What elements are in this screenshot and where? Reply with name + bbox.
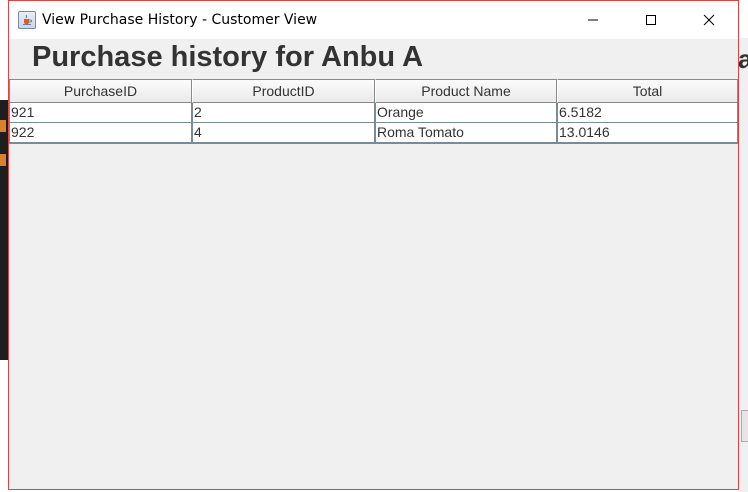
- java-cup-icon[interactable]: [18, 11, 36, 29]
- cell-product-name[interactable]: Roma Tomato: [375, 123, 557, 143]
- table-row[interactable]: 922 4 Roma Tomato 13.0146: [9, 123, 738, 143]
- table-row[interactable]: 921 2 Orange 6.5182: [9, 103, 738, 123]
- background-button-edge[interactable]: [741, 410, 748, 442]
- window-controls: [564, 1, 738, 39]
- column-header-product-name[interactable]: Product Name: [375, 79, 557, 103]
- background-left-marker: [0, 120, 6, 132]
- window-title: View Purchase History - Customer View: [42, 12, 318, 28]
- purchase-history-window: View Purchase History - Customer View Pu…: [8, 0, 739, 490]
- page-title: Purchase history for Anbu A: [32, 41, 424, 73]
- background-left-panel: [0, 100, 8, 360]
- close-icon: [703, 14, 715, 26]
- maximize-button[interactable]: [622, 1, 680, 39]
- background-left-marker: [0, 154, 6, 166]
- cell-purchaseid[interactable]: 921: [9, 103, 192, 123]
- maximize-icon: [646, 15, 656, 25]
- cell-productid[interactable]: 4: [192, 123, 375, 143]
- table-body: 921 2 Orange 6.5182 922 4 Roma Tomato 13…: [9, 103, 738, 144]
- column-header-purchaseid[interactable]: PurchaseID: [9, 79, 192, 103]
- purchase-table: PurchaseID ProductID Product Name Total …: [9, 79, 738, 144]
- minimize-button[interactable]: [564, 1, 622, 39]
- cell-total[interactable]: 13.0146: [557, 123, 738, 143]
- background-heading-fragment: a: [738, 44, 748, 74]
- cell-productid[interactable]: 2: [192, 103, 375, 123]
- content-area: Purchase history for Anbu A PurchaseID P…: [9, 39, 738, 489]
- title-bar[interactable]: View Purchase History - Customer View: [9, 1, 738, 39]
- cell-purchaseid[interactable]: 922: [9, 123, 192, 143]
- column-header-total[interactable]: Total: [557, 79, 738, 103]
- cell-total[interactable]: 6.5182: [557, 103, 738, 123]
- close-button[interactable]: [680, 1, 738, 39]
- cell-product-name[interactable]: Orange: [375, 103, 557, 123]
- minimize-icon: [588, 19, 598, 21]
- column-header-productid[interactable]: ProductID: [192, 79, 375, 103]
- table-header: PurchaseID ProductID Product Name Total: [9, 79, 738, 103]
